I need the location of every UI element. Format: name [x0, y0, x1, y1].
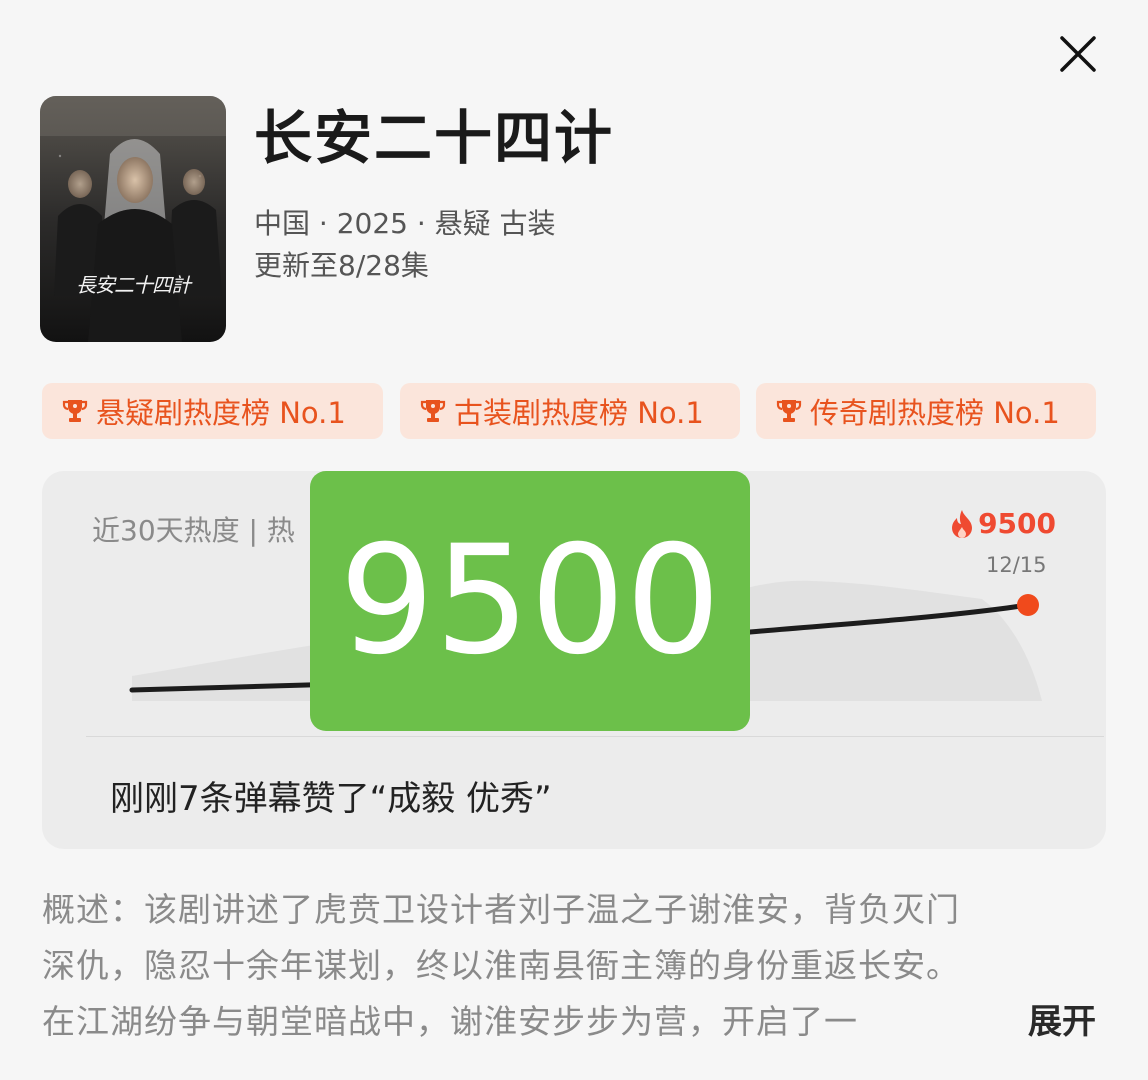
meta-info: 中国 · 2025 · 悬疑 古装 — [254, 207, 556, 240]
rank-badge-label: 悬疑剧热度榜 No.1 — [96, 396, 346, 430]
drama-detail-page: 長安二十四計 长安二十四计 中国 · 2025 · 悬疑 古装 更新至8/28集… — [0, 0, 1148, 1080]
heat-current-date: 12/15 — [986, 553, 1047, 577]
poster-title-art: 長安二十四計 — [76, 273, 193, 297]
heat-value-text: 9500 — [978, 507, 1056, 540]
close-icon[interactable] — [1058, 34, 1098, 74]
synopsis-line: 深仇，隐忍十余年谋划，终以淮南县衙主簿的身份重返长安。 — [42, 946, 960, 985]
rank-badge-label: 古装剧热度榜 No.1 — [454, 396, 704, 430]
score-overlay-badge: 9500 — [310, 471, 750, 731]
episode-update: 更新至8/28集 — [254, 249, 429, 282]
page-title: 长安二十四计 — [254, 104, 615, 172]
synopsis-line: 概述：该剧讲述了虎贲卫设计者刘子温之子谢淮安，背负灭门 — [42, 890, 960, 929]
expand-button[interactable]: 展开 — [1028, 994, 1096, 1050]
synopsis[interactable]: 概述：该剧讲述了虎贲卫设计者刘子温之子谢淮安，背负灭门 深仇，隐忍十余年谋划，终… — [42, 882, 1112, 1050]
heat-current-value: 9500 — [950, 507, 1056, 540]
trophy-icon — [420, 400, 446, 422]
flame-icon — [952, 509, 973, 538]
rank-badge-legend[interactable]: 传奇剧热度榜 No.1 — [756, 383, 1096, 439]
barrage-summary[interactable]: 刚刚7条弹幕赞了“成毅 优秀” — [110, 771, 552, 820]
rank-badge-label: 传奇剧热度榜 No.1 — [810, 396, 1060, 430]
heat-title: 近30天热度 | 热 — [92, 514, 295, 547]
card-divider — [86, 736, 1104, 737]
trophy-icon — [776, 400, 802, 422]
current-point-marker — [1017, 594, 1039, 616]
rank-badge-costume[interactable]: 古装剧热度榜 No.1 — [400, 383, 740, 439]
trophy-icon — [62, 400, 88, 422]
poster-image[interactable]: 長安二十四計 — [40, 96, 226, 342]
close-button[interactable] — [1052, 28, 1104, 80]
rank-badge-suspense[interactable]: 悬疑剧热度榜 No.1 — [42, 383, 383, 439]
synopsis-line: 在江湖纷争与朝堂暗战中，谢淮安步步为营，开启了一 — [42, 1002, 858, 1041]
